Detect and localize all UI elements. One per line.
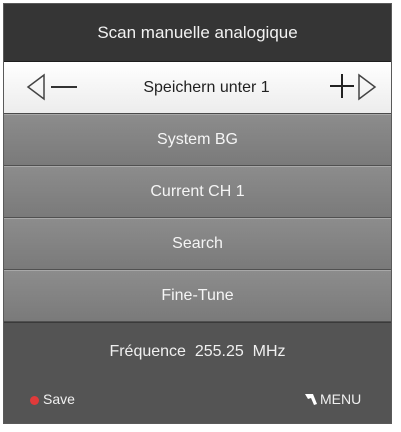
frequency-readout: Fréquence 255.25 MHz — [109, 343, 286, 360]
menu-item-label: Current CH 1 — [150, 183, 245, 200]
menu-hint: MENU — [304, 391, 361, 407]
menu-title: Scan manuelle analogique — [4, 4, 391, 62]
red-dot-icon — [30, 395, 39, 405]
save-hint-label: Save — [43, 391, 75, 407]
menu-hint-label: MENU — [320, 391, 362, 407]
menu-item-search[interactable]: Search — [4, 218, 391, 270]
footer-panel: Fréquence 255.25 MHz Save MENU — [4, 322, 391, 423]
menu-item-label: System BG — [157, 131, 238, 148]
menu-item-label: Search — [172, 235, 223, 252]
plus-icon[interactable] — [330, 74, 354, 98]
menu-item-fine-tune[interactable]: Fine-Tune — [4, 270, 391, 322]
menu-item-current-channel[interactable]: Current CH 1 — [4, 166, 391, 218]
right-triangle-icon[interactable] — [357, 73, 377, 101]
return-arrow-icon — [305, 394, 317, 405]
menu-item-system[interactable]: System BG — [4, 114, 391, 166]
menu-title-text: Scan manuelle analogique — [97, 22, 298, 42]
menu-item-label: Fine-Tune — [161, 287, 234, 304]
save-hint: Save — [30, 391, 75, 407]
selected-item-row[interactable]: Speichern unter 1 — [4, 62, 391, 114]
osd-menu: Scan manuelle analogique Speichern unter… — [3, 3, 392, 424]
